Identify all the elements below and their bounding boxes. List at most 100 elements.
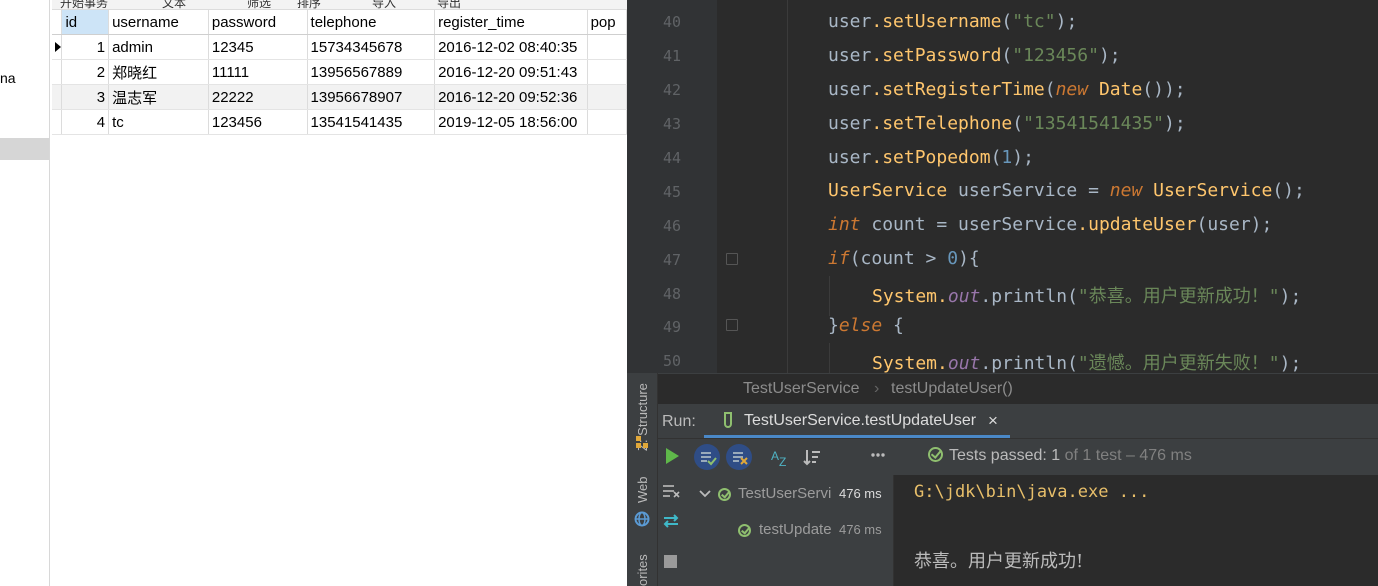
toolbar-text[interactable]: 文本	[162, 0, 186, 9]
code-token: count = userService	[860, 214, 1078, 235]
column-header-register-time[interactable]: register_time	[434, 10, 588, 35]
column-header-id[interactable]: id	[61, 10, 110, 35]
table-row[interactable]: 2 郑晓红 11111 13956567889 2016-12-20 09:51…	[52, 59, 627, 85]
tree-node-label: testUpdate	[759, 521, 832, 538]
rerun-play-icon[interactable]	[666, 448, 679, 464]
cell-popedom[interactable]	[587, 59, 627, 85]
cell-telephone[interactable]: 13956567889	[307, 59, 436, 85]
cell-telephone[interactable]: 13541541435	[307, 109, 436, 135]
code-line-50[interactable]: System.out.println("遗憾。用户更新失败！");	[872, 349, 1301, 375]
cell-telephone[interactable]: 15734345678	[307, 34, 436, 60]
tool-window-web[interactable]: Web	[635, 477, 650, 504]
table-row[interactable]: 1 admin 12345 15734345678 2016-12-02 08:…	[52, 34, 627, 60]
column-header-popedom[interactable]: pop	[587, 10, 627, 35]
cell-register-time[interactable]: 2016-12-02 08:40:35	[434, 34, 588, 60]
line-number: 49	[662, 318, 681, 336]
code-token: System.	[872, 286, 948, 307]
cell-popedom[interactable]	[587, 109, 627, 135]
run-tab[interactable]: TestUserService.testUpdateUser ×	[704, 404, 1010, 438]
code-token: UserService	[828, 180, 948, 201]
column-header-username[interactable]: username	[108, 10, 209, 35]
show-passed-icon[interactable]	[694, 444, 720, 470]
cell-username[interactable]: admin	[108, 34, 209, 60]
cell-id[interactable]: 2	[61, 59, 110, 85]
current-row-icon	[55, 41, 61, 52]
cell-id[interactable]: 1	[61, 34, 110, 60]
cell-register-time[interactable]: 2016-12-20 09:51:43	[434, 59, 588, 85]
stop-icon[interactable]	[664, 555, 677, 568]
soft-wrap-icon[interactable]	[662, 483, 680, 499]
sort-by-duration-icon[interactable]	[802, 447, 822, 467]
code-token: else	[838, 315, 883, 336]
code-line-41[interactable]: user.setPassword("123456");	[828, 45, 1121, 66]
fold-marker-icon[interactable]	[726, 253, 738, 265]
cell-password[interactable]: 123456	[208, 109, 308, 135]
code-token: );	[1098, 45, 1121, 66]
console-command-line: G:\jdk\bin\java.exe ...	[914, 482, 1150, 502]
cell-username[interactable]: 温志军	[108, 84, 209, 110]
breadcrumb-class[interactable]: TestUserService	[743, 380, 859, 398]
chevron-down-icon[interactable]	[699, 489, 711, 499]
sidebar-selected-item[interactable]	[0, 138, 49, 160]
close-icon[interactable]: ×	[988, 411, 998, 431]
cell-password[interactable]: 12345	[208, 34, 308, 60]
code-line-49[interactable]: }else {	[828, 315, 904, 336]
table-row[interactable]: 4 tc 123456 13541541435 2019-12-05 18:56…	[52, 109, 627, 135]
code-token: "tc"	[1012, 11, 1056, 32]
code-line-46[interactable]: int count = userService.updateUser(user)…	[828, 214, 1272, 235]
code-line-47[interactable]: if(count > 0){	[828, 248, 980, 269]
sort-alphabetically-icon[interactable]: AZ	[770, 447, 790, 467]
tool-window-favorites[interactable]: orites	[635, 554, 650, 586]
code-token: "13541541435"	[1023, 113, 1164, 134]
cell-id[interactable]: 4	[61, 109, 110, 135]
connection-sidebar: na	[0, 0, 50, 586]
cell-register-time[interactable]: 2019-12-05 18:56:00	[434, 109, 588, 135]
cell-popedom[interactable]	[587, 84, 627, 110]
cell-username[interactable]: tc	[108, 109, 209, 135]
code-token: );	[1163, 113, 1186, 134]
toolbar-filter[interactable]: 筛选	[247, 0, 271, 9]
cell-password[interactable]: 11111	[208, 59, 308, 85]
code-line-40[interactable]: user.setUsername("tc");	[828, 11, 1077, 32]
cell-popedom[interactable]	[587, 34, 627, 60]
code-token: );	[1012, 147, 1034, 168]
table-row[interactable]: 3 温志军 22222 13956678907 2016-12-20 09:52…	[52, 84, 627, 110]
code-token: System.	[872, 353, 948, 374]
fold-marker-icon[interactable]	[726, 319, 738, 331]
tree-node-class[interactable]: TestUserServi 476 ms	[691, 483, 893, 507]
passed-check-icon	[718, 488, 731, 501]
code-token: UserService	[1142, 180, 1273, 201]
indent-guide	[787, 0, 788, 373]
toolbar-sort[interactable]: 排序	[297, 0, 321, 9]
tree-node-method[interactable]: testUpdate 476 ms	[691, 519, 893, 543]
code-token: user	[828, 79, 872, 100]
test-tube-icon	[724, 412, 732, 428]
run-toolbar: AZ Tests passed: 1 of 1 test – 476 ms	[658, 439, 1378, 475]
code-line-45[interactable]: UserService userService = new UserServic…	[828, 180, 1305, 201]
run-tab-label: TestUserService.testUpdateUser	[744, 412, 977, 429]
cell-id[interactable]: 3	[61, 84, 110, 110]
breadcrumb-method[interactable]: testUpdateUser()	[891, 380, 1013, 398]
tree-node-label: TestUserServi	[738, 485, 832, 502]
more-options-icon[interactable]	[870, 451, 886, 459]
code-token: (	[1001, 11, 1013, 32]
left-tool-strip: Z: Structure Web orites	[627, 373, 658, 586]
cell-register-time[interactable]: 2016-12-20 09:52:36	[434, 84, 588, 110]
column-header-password[interactable]: password	[208, 10, 308, 35]
code-line-43[interactable]: user.setTelephone("13541541435");	[828, 113, 1186, 134]
code-line-44[interactable]: user.setPopedom(1);	[828, 147, 1034, 168]
cell-telephone[interactable]: 13956678907	[307, 84, 436, 110]
cell-password[interactable]: 22222	[208, 84, 308, 110]
toolbar-export[interactable]: 导出	[437, 0, 461, 9]
code-line-42[interactable]: user.setRegisterTime(new Date());	[828, 79, 1186, 100]
tests-passed-icon	[928, 447, 943, 462]
toolbar-import[interactable]: 导入	[372, 0, 396, 9]
rerun-failed-icon[interactable]	[662, 513, 680, 529]
column-header-telephone[interactable]: telephone	[307, 10, 436, 35]
sidebar-item-fragment[interactable]: na	[0, 70, 16, 86]
show-ignored-icon[interactable]	[726, 444, 752, 470]
toolbar-begin-transaction[interactable]: 开始事务	[60, 0, 108, 9]
code-line-48[interactable]: System.out.println("恭喜。用户更新成功！");	[872, 282, 1301, 308]
console-output[interactable]: G:\jdk\bin\java.exe ... 恭喜。用户更新成功!	[894, 475, 1378, 586]
cell-username[interactable]: 郑晓红	[108, 59, 209, 85]
